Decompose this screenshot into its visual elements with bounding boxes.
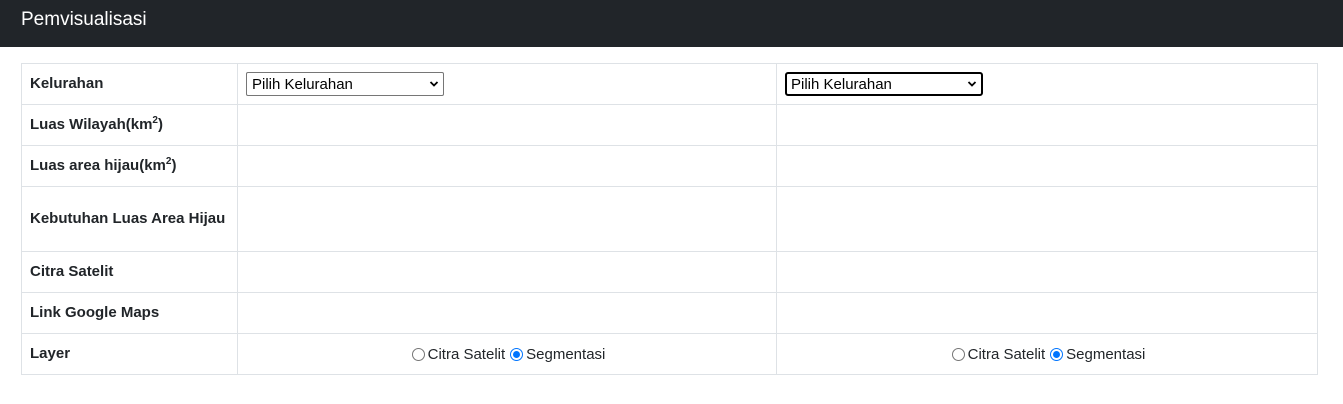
radio-label-segmentasi-right[interactable]: Segmentasi [1066,346,1145,363]
layer-radio-group-left: Citra Satelit Segmentasi [246,346,768,363]
kelurahan-select-right[interactable]: Pilih Kelurahan [785,72,983,96]
label-kelurahan: Kelurahan [21,63,238,105]
cell-layer-left: Citra Satelit Segmentasi [237,333,777,375]
radio-segmentasi-right[interactable] [1050,347,1064,361]
cell-luas-hijau-left [237,145,777,187]
radio-label-citra-satelit-right[interactable]: Citra Satelit [968,346,1046,363]
chevron-down-icon [967,81,977,87]
row-kelurahan: Kelurahan Pilih Kelurahan Pilih Keluraha… [21,63,1318,105]
layer-radio-group-right: Citra Satelit Segmentasi [785,346,1309,363]
cell-luas-wilayah-left [237,104,777,146]
row-layer: Layer Citra Satelit Segmentasi Citra Sat… [21,333,1318,375]
radio-segmentasi-left[interactable] [510,347,524,361]
kelurahan-select-left-value: Pilih Kelurahan [252,75,353,93]
cell-kebutuhan-right [776,186,1318,252]
row-luas-hijau: Luas area hijau(km2) [21,145,1318,187]
cell-kelurahan-left: Pilih Kelurahan [237,63,777,105]
cell-kebutuhan-left [237,186,777,252]
label-kebutuhan: Kebutuhan Luas Area Hijau [21,186,238,252]
cell-kelurahan-right: Pilih Kelurahan [776,63,1318,105]
label-luas-wilayah: Luas Wilayah(km2) [21,104,238,146]
radio-citra-satelit-left[interactable] [411,347,425,361]
cell-luas-hijau-right [776,145,1318,187]
cell-citra-left [237,251,777,293]
comparison-table-wrapper: Kelurahan Pilih Kelurahan Pilih Keluraha… [21,63,1318,375]
navbar-brand[interactable]: Pemvisualisasi [21,9,147,31]
cell-link-right [776,292,1318,334]
row-citra-satelit: Citra Satelit [21,251,1318,293]
comparison-table: Kelurahan Pilih Kelurahan Pilih Keluraha… [21,63,1318,375]
top-navbar: Pemvisualisasi [0,0,1343,47]
label-luas-hijau: Luas area hijau(km2) [21,145,238,187]
label-citra-satelit: Citra Satelit [21,251,238,293]
row-link-google-maps: Link Google Maps [21,292,1318,334]
cell-citra-right [776,251,1318,293]
kelurahan-select-left[interactable]: Pilih Kelurahan [246,72,444,96]
cell-luas-wilayah-right [776,104,1318,146]
cell-link-left [237,292,777,334]
label-link-google-maps: Link Google Maps [21,292,238,334]
radio-citra-satelit-right[interactable] [951,347,965,361]
row-kebutuhan: Kebutuhan Luas Area Hijau [21,186,1318,252]
kelurahan-select-right-value: Pilih Kelurahan [791,75,892,93]
radio-label-segmentasi-left[interactable]: Segmentasi [526,346,605,363]
cell-layer-right: Citra Satelit Segmentasi [776,333,1318,375]
label-layer: Layer [21,333,238,375]
chevron-down-icon [429,81,439,87]
row-luas-wilayah: Luas Wilayah(km2) [21,104,1318,146]
radio-label-citra-satelit-left[interactable]: Citra Satelit [428,346,506,363]
